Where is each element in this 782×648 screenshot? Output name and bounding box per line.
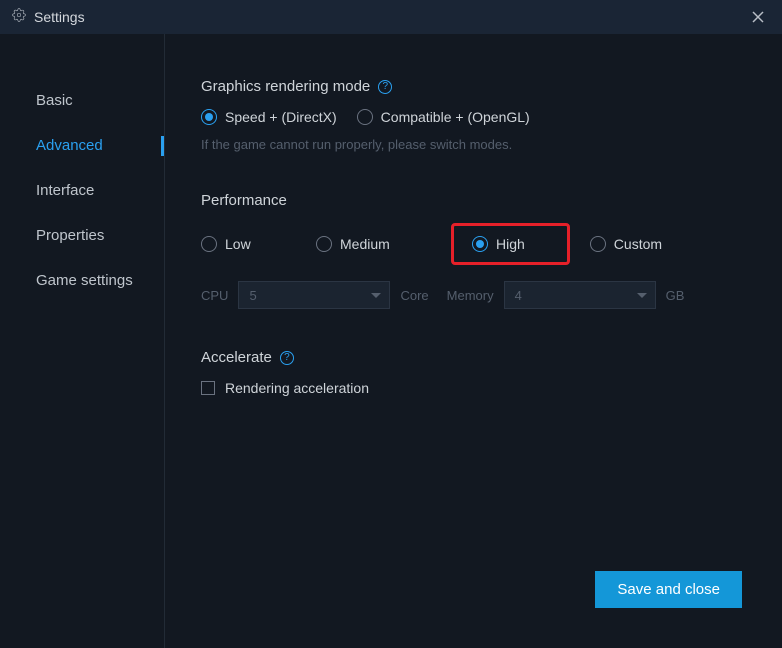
gear-icon [12, 8, 26, 27]
radio-icon [590, 236, 606, 252]
cpu-unit: Core [400, 288, 428, 303]
memory-unit: GB [666, 288, 685, 303]
rendering-accel-row[interactable]: Rendering acceleration [201, 380, 782, 396]
highlight-box: High [451, 223, 570, 265]
memory-label: Memory [447, 288, 494, 303]
sidebar-item-interface[interactable]: Interface [0, 168, 164, 213]
radio-label: Custom [614, 236, 662, 252]
help-icon[interactable]: ? [280, 351, 294, 365]
memory-value: 4 [515, 288, 522, 303]
sidebar-item-basic[interactable]: Basic [0, 78, 164, 123]
radio-directx[interactable]: Speed + (DirectX) [201, 109, 337, 125]
radio-label: Compatible + (OpenGL) [381, 109, 530, 125]
main: Basic Advanced Interface Properties Game… [0, 34, 782, 648]
checkbox-label: Rendering acceleration [225, 380, 369, 396]
radio-icon [472, 236, 488, 252]
radio-custom[interactable]: Custom [590, 236, 662, 252]
memory-select[interactable]: 4 [504, 281, 656, 309]
content: Graphics rendering mode ? Speed + (Direc… [165, 34, 782, 648]
radio-icon [357, 109, 373, 125]
radio-label: Medium [340, 236, 390, 252]
sidebar-item-advanced[interactable]: Advanced [0, 123, 164, 168]
graphics-options: Speed + (DirectX) Compatible + (OpenGL) [201, 109, 782, 125]
accelerate-title-text: Accelerate [201, 349, 272, 366]
cpu-label: CPU [201, 288, 228, 303]
graphics-hint: If the game cannot run properly, please … [201, 137, 782, 152]
help-icon[interactable]: ? [378, 80, 392, 94]
performance-title-text: Performance [201, 192, 287, 209]
performance-options: Low Medium High Custom [201, 223, 782, 265]
radio-label: High [496, 236, 561, 252]
close-button[interactable] [746, 5, 770, 29]
resource-row: CPU 5 Core Memory 4 GB [201, 281, 782, 309]
radio-label: Low [225, 236, 251, 252]
radio-icon [316, 236, 332, 252]
radio-icon [201, 236, 217, 252]
checkbox-icon [201, 381, 215, 395]
save-close-button[interactable]: Save and close [595, 571, 742, 608]
chevron-down-icon [637, 293, 647, 298]
radio-icon [201, 109, 217, 125]
radio-opengl[interactable]: Compatible + (OpenGL) [357, 109, 530, 125]
graphics-section: Graphics rendering mode ? Speed + (Direc… [201, 78, 782, 152]
graphics-title: Graphics rendering mode ? [201, 78, 782, 95]
radio-high[interactable]: High [472, 236, 561, 252]
accelerate-section: Accelerate ? Rendering acceleration [201, 349, 782, 396]
accelerate-title: Accelerate ? [201, 349, 782, 366]
chevron-down-icon [371, 293, 381, 298]
performance-section: Performance Low Medium High [201, 192, 782, 309]
titlebar-left: Settings [12, 8, 85, 27]
window-title: Settings [34, 9, 85, 25]
sidebar-item-game-settings[interactable]: Game settings [0, 258, 164, 303]
cpu-value: 5 [249, 288, 256, 303]
cpu-select[interactable]: 5 [238, 281, 390, 309]
performance-title: Performance [201, 192, 782, 209]
radio-low[interactable]: Low [201, 236, 316, 252]
radio-medium[interactable]: Medium [316, 236, 451, 252]
titlebar: Settings [0, 0, 782, 34]
graphics-title-text: Graphics rendering mode [201, 78, 370, 95]
radio-label: Speed + (DirectX) [225, 109, 337, 125]
sidebar-item-properties[interactable]: Properties [0, 213, 164, 258]
sidebar: Basic Advanced Interface Properties Game… [0, 34, 165, 648]
